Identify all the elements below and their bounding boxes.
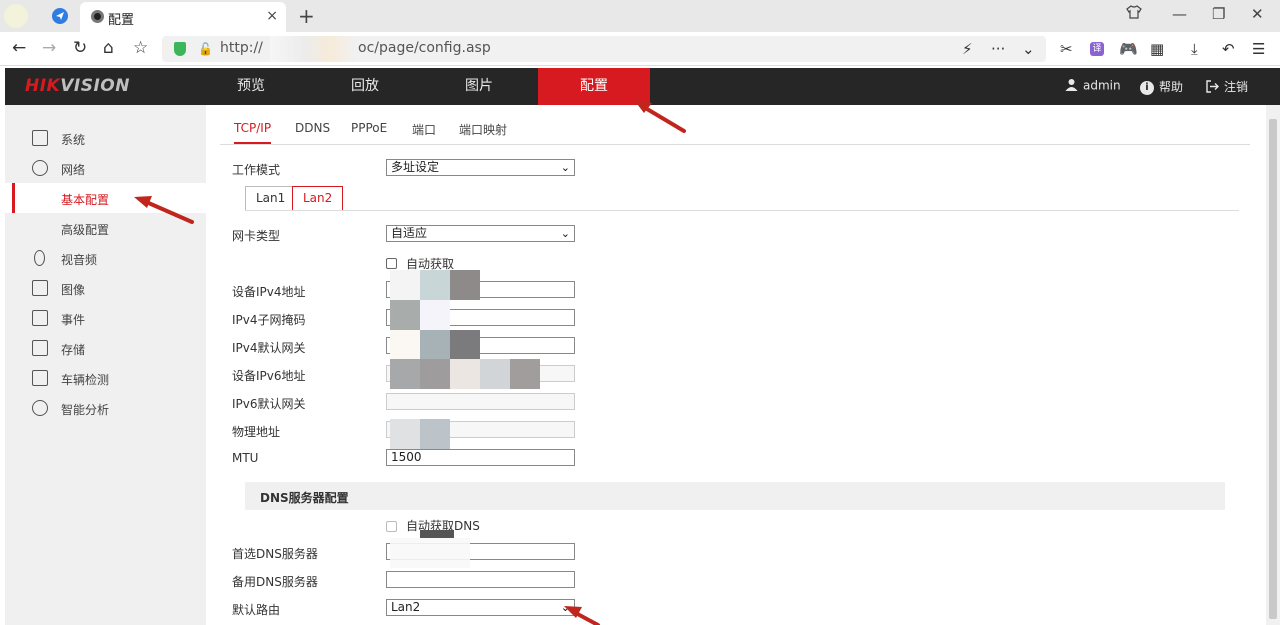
arrow-to-basic-config xyxy=(134,196,194,224)
arrow-to-default-route xyxy=(564,606,600,625)
arrow-to-config-menu xyxy=(634,100,686,133)
annotation-arrows xyxy=(134,100,686,625)
